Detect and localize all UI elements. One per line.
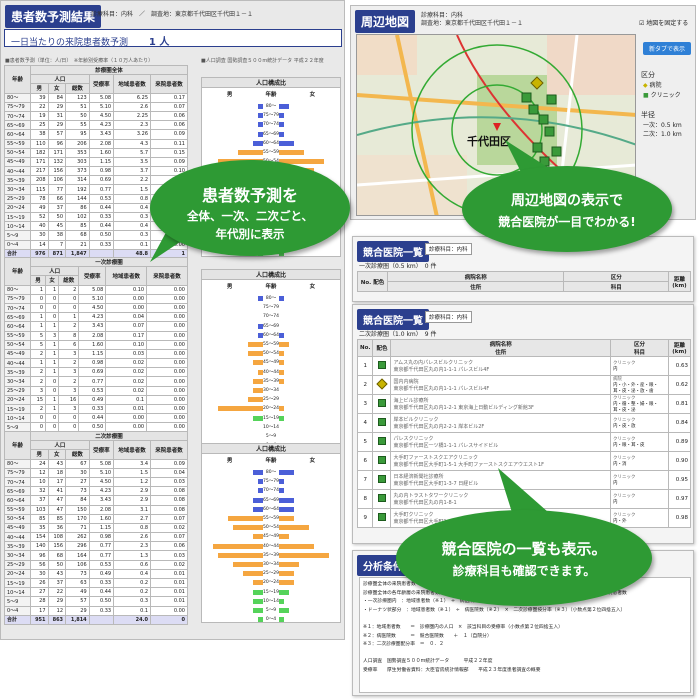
callout-map: 周辺地図の表示で 競合医院が一目でわかる! xyxy=(462,166,672,252)
callout-prediction: 患者数予測を 全体、一次、二次ごと、 年代別に表示 xyxy=(150,160,350,256)
callout-list: 競合医院の一覧も表示。 診療科目も確認できます。 xyxy=(396,510,652,606)
